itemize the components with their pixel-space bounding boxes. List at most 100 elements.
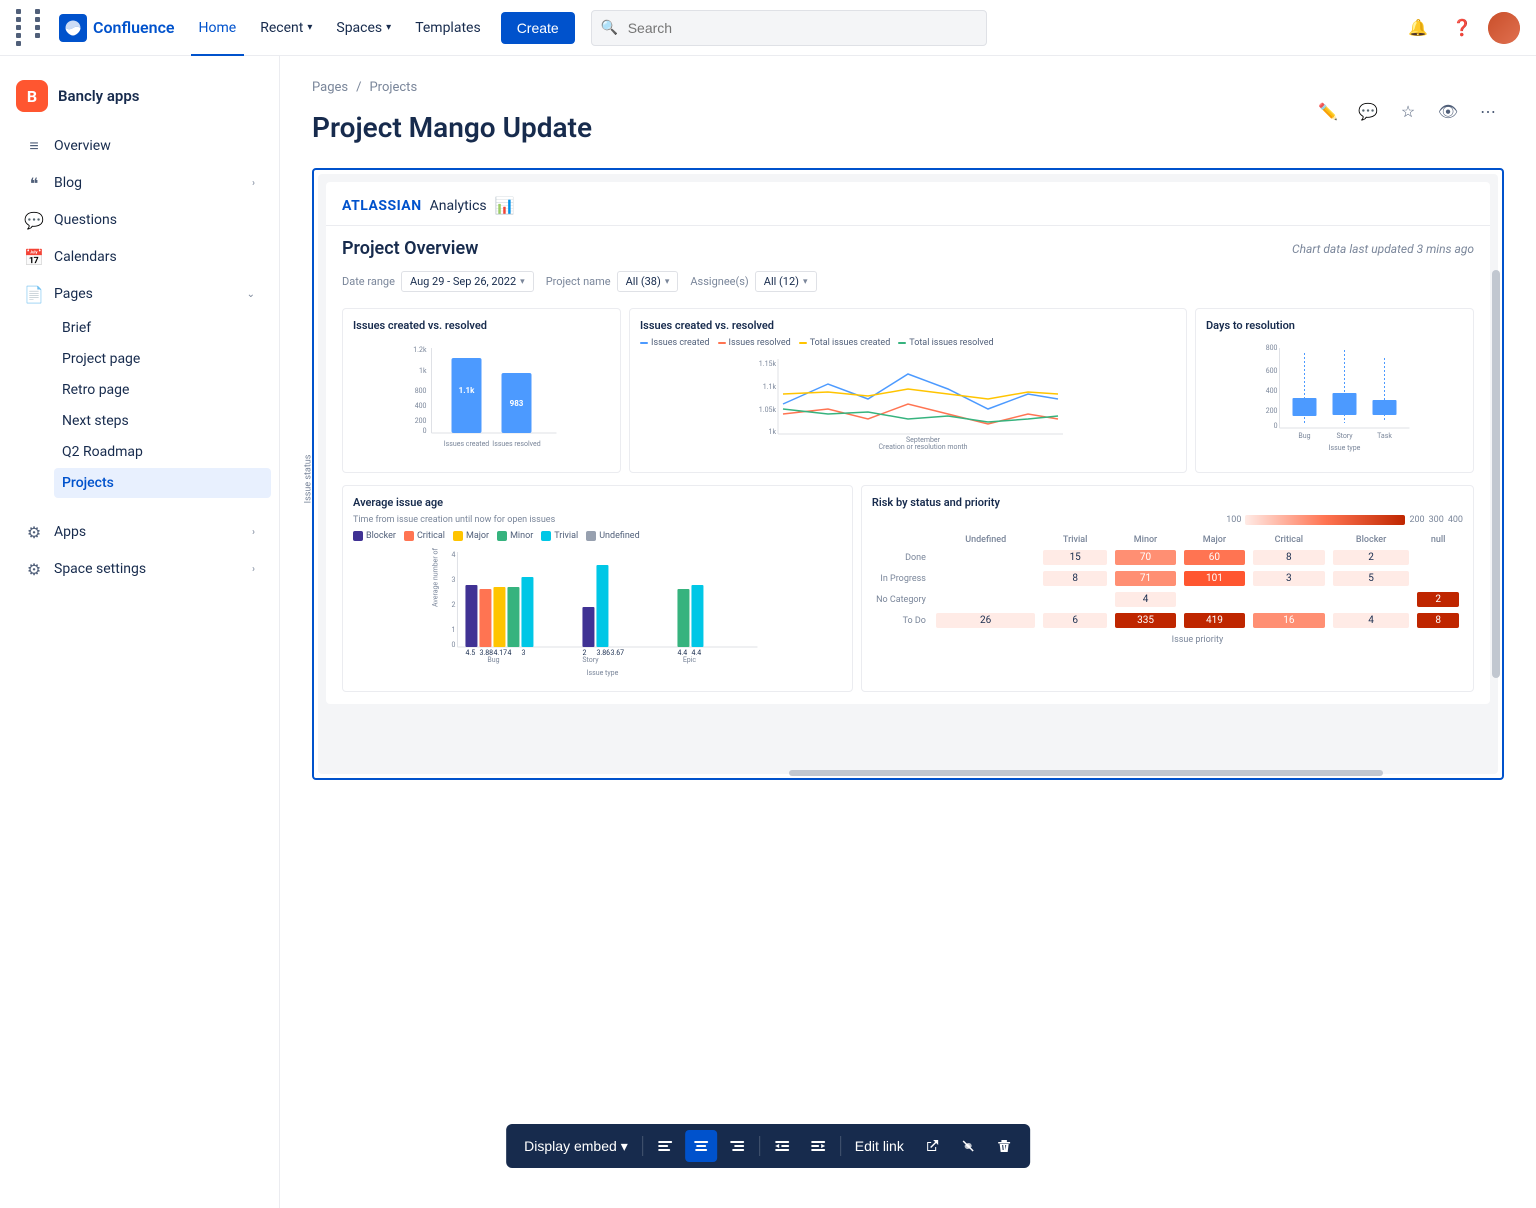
pages-icon: 📄 [24, 284, 44, 304]
sidebar-item-calendars[interactable]: 📅 Calendars [8, 239, 271, 275]
legend-blocker: Blocker [353, 531, 396, 541]
nav-spaces-arrow: ▾ [386, 22, 391, 33]
toolbar-divider-1 [642, 1136, 643, 1156]
project-value: All (38) [626, 275, 661, 288]
svg-text:2: 2 [452, 601, 456, 609]
indent-left-icon [774, 1138, 790, 1154]
create-button[interactable]: Create [501, 12, 575, 44]
indent-left-button[interactable] [766, 1130, 798, 1162]
svg-text:400: 400 [1266, 387, 1278, 395]
risk-table: Undefined Trivial Minor Major Critical B… [872, 533, 1463, 645]
sidebar-item-overview[interactable]: ≡ Overview [8, 128, 271, 164]
sidebar-item-apps[interactable]: ⚙ Apps › [8, 514, 271, 550]
legend-major: Major [453, 531, 489, 541]
sidebar-item-pages[interactable]: 📄 Pages ⌄ [8, 276, 271, 312]
svg-text:3.88: 3.88 [479, 649, 493, 657]
toolbar-divider-2 [759, 1136, 760, 1156]
sidebar-item-projects[interactable]: Projects [54, 468, 271, 498]
comment-button[interactable]: 💬 [1352, 96, 1384, 128]
svg-text:800: 800 [1266, 344, 1278, 352]
assignee-select[interactable]: All (12) ▾ [755, 271, 817, 292]
chart5-title: Risk by status and priority [872, 496, 1463, 509]
edit-button[interactable]: ✏️ [1312, 96, 1344, 128]
assignee-value: All (12) [764, 275, 799, 288]
svg-text:200: 200 [1266, 407, 1278, 415]
breadcrumb-projects[interactable]: Projects [369, 80, 417, 95]
analytics-updated: Chart data last updated 3 mins ago [1292, 242, 1474, 256]
indent-right-button[interactable] [802, 1130, 834, 1162]
space-settings-icon: ⚙ [24, 559, 44, 579]
sidebar-item-blog[interactable]: ❝ Blog › [8, 165, 271, 201]
nav-recent[interactable]: Recent ▾ [252, 0, 320, 56]
date-range-select[interactable]: Aug 29 - Sep 26, 2022 ▾ [401, 271, 534, 292]
line-chart-svg: 1.15k 1.1k 1.05k 1k Creation or resoluti… [640, 354, 1176, 454]
legend-issues-created: Issues created [640, 338, 710, 348]
legend-total-created: Total issues created [799, 338, 891, 348]
avg-age-chart-svg: 4 3 2 1 0 [353, 547, 842, 677]
align-left-icon [657, 1138, 673, 1154]
unlink-button[interactable] [952, 1130, 984, 1162]
svg-text:400: 400 [415, 402, 427, 410]
embed-container: ATLASSIAN Analytics 📊 Project Overview C… [318, 174, 1498, 774]
app-switcher[interactable] [16, 9, 51, 46]
sidebar-item-next-steps[interactable]: Next steps [54, 406, 271, 436]
apps-icon: ⚙ [24, 522, 44, 542]
watch-button[interactable]: 👁 [1432, 96, 1464, 128]
sidebar-item-retro-page[interactable]: Retro page [54, 375, 271, 405]
nav-spaces[interactable]: Spaces ▾ [328, 0, 399, 56]
nav-home[interactable]: Home [191, 0, 245, 56]
svg-text:3: 3 [521, 649, 525, 657]
align-left-button[interactable] [649, 1130, 681, 1162]
risk-row-done: Done 15 70 60 8 2 [872, 547, 1463, 568]
svg-text:1: 1 [452, 626, 456, 634]
analytics-icon: 📊 [495, 196, 515, 215]
svg-text:600: 600 [1266, 367, 1278, 375]
notifications-button[interactable]: 🔔 [1400, 10, 1436, 46]
help-button[interactable]: ❓ [1444, 10, 1480, 46]
sidebar-item-brief[interactable]: Brief [54, 313, 271, 343]
svg-text:Story: Story [1336, 432, 1353, 440]
star-button[interactable]: ☆ [1392, 96, 1424, 128]
search-input[interactable] [591, 10, 988, 46]
risk-row-todo: To Do 26 6 335 419 16 4 8 [872, 610, 1463, 631]
vertical-scrollbar[interactable] [1492, 270, 1498, 678]
edit-link-button[interactable]: Edit link [847, 1130, 912, 1162]
avatar[interactable] [1488, 12, 1520, 44]
legend-critical: Critical [404, 531, 445, 541]
svg-text:Bug: Bug [487, 656, 499, 664]
align-right-button[interactable] [721, 1130, 753, 1162]
sidebar-item-space-settings[interactable]: ⚙ Space settings › [8, 551, 271, 587]
bar-chart-svg: 1.2k 1k 800 400 200 0 1.1k [353, 338, 610, 458]
delete-button[interactable] [988, 1130, 1020, 1162]
display-embed-button[interactable]: Display embed ▾ [516, 1130, 636, 1162]
sidebar-item-questions[interactable]: 💬 Questions [8, 202, 271, 238]
legend-label-1: Issues created [651, 338, 710, 348]
svg-text:4.17: 4.17 [493, 649, 507, 657]
svg-text:1k: 1k [769, 428, 777, 436]
risk-footer: Issue priority [872, 631, 1463, 645]
svg-text:200: 200 [415, 417, 427, 425]
analytics-title: Project Overview [342, 238, 478, 259]
charts-bottom-row: Average issue age Time from issue creati… [342, 485, 1474, 692]
sidebar-item-project-page[interactable]: Project page [54, 344, 271, 374]
project-select[interactable]: All (38) ▾ [617, 271, 679, 292]
horizontal-scrollbar[interactable] [789, 770, 1383, 774]
sidebar-item-q2-roadmap[interactable]: Q2 Roadmap [54, 437, 271, 467]
chart2-legend: Issues created Issues resolved Total iss… [640, 338, 1176, 348]
risk-label-todo: To Do [872, 610, 932, 631]
project-label: Project name [546, 275, 611, 288]
svg-text:September: September [906, 436, 941, 444]
logo-icon [59, 14, 87, 42]
days-chart-svg: 800 600 400 200 0 [1206, 338, 1463, 458]
open-external-button[interactable] [916, 1130, 948, 1162]
main-content: Pages / Projects Project Mango Update ✏️… [280, 56, 1536, 1208]
svg-text:1.05k: 1.05k [759, 406, 777, 414]
svg-text:Issues resolved: Issues resolved [492, 440, 540, 448]
risk-label-nocategory: No Category [872, 589, 932, 610]
nav-templates[interactable]: Templates [407, 0, 489, 56]
apps-arrow: › [252, 527, 255, 538]
align-center-button[interactable] [685, 1130, 717, 1162]
breadcrumb-pages[interactable]: Pages [312, 80, 348, 95]
legend-label-2: Issues resolved [729, 338, 791, 348]
more-button[interactable]: ⋯ [1472, 96, 1504, 128]
